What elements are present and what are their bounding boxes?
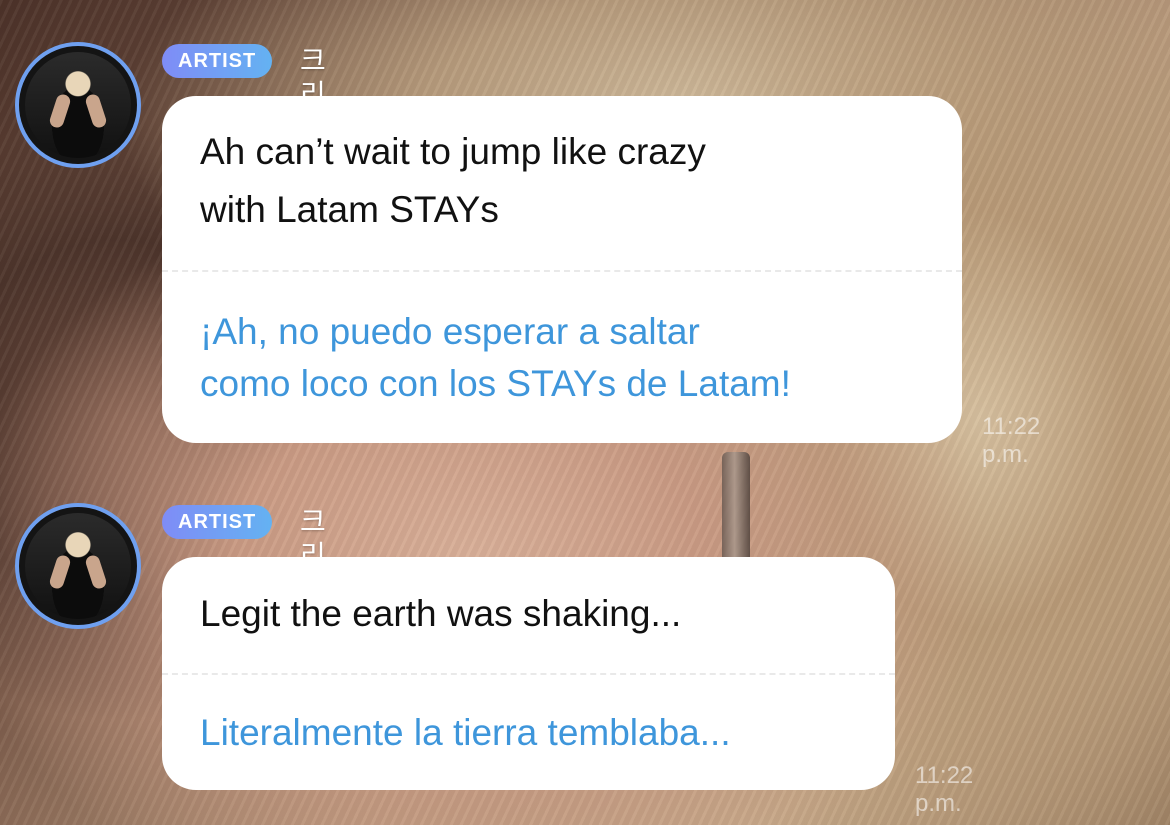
artist-avatar[interactable] — [15, 503, 141, 629]
artist-avatar[interactable] — [15, 42, 141, 168]
avatar-photo — [25, 513, 131, 619]
translation-divider — [162, 673, 895, 675]
artist-badge: ARTIST — [162, 44, 273, 78]
artist-badge: ARTIST — [162, 505, 273, 539]
message-bubble[interactable]: Legit the earth was shaking... Literalme… — [162, 557, 895, 790]
original-text: Ah can’t wait to jump like crazy with La… — [200, 131, 706, 230]
original-text: Legit the earth was shaking... — [200, 593, 682, 634]
translated-text: ¡Ah, no puedo esperar a saltar como loco… — [200, 311, 791, 404]
message-timestamp: 11:22 p.m. — [982, 413, 1041, 468]
translation-divider — [162, 270, 962, 272]
earring — [722, 452, 750, 572]
message-timestamp: 11:22 p.m. — [915, 762, 974, 817]
message-bubble[interactable]: Ah can’t wait to jump like crazy with La… — [162, 96, 962, 443]
avatar-photo — [25, 52, 131, 158]
translated-text: Literalmente la tierra temblaba... — [200, 712, 731, 753]
